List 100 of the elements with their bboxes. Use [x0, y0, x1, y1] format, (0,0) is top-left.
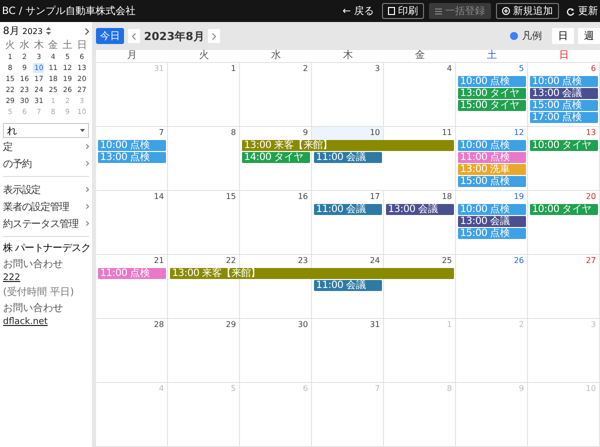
day-number: 18 [440, 191, 453, 203]
list-icon [435, 8, 442, 14]
add-icon [502, 7, 510, 15]
today-button[interactable]: 今日 [96, 28, 124, 44]
next-month-icon[interactable] [85, 28, 89, 34]
footer-title: 株 パートナーデスク [3, 242, 89, 255]
day-number: 20 [584, 191, 597, 203]
day-number: 19 [512, 191, 525, 203]
chevron-icon [86, 187, 89, 192]
day-number: 14 [152, 191, 165, 203]
day-number: 31 [368, 319, 381, 331]
event-bar[interactable]: 11:00 会議 [314, 280, 382, 291]
weekday-header: 水 [270, 50, 282, 62]
day-number: 6 [590, 63, 597, 75]
dropdown-caret-icon [80, 129, 85, 132]
day-number: 28 [152, 319, 165, 331]
event-bar[interactable]: 13:00 会議 [530, 88, 598, 99]
chevron-left-icon [132, 32, 136, 40]
event-bar[interactable]: 13:00 来客【来館】 [170, 268, 454, 279]
day-number: 11 [440, 127, 453, 139]
view-select[interactable]: れ [3, 123, 89, 138]
day-number: 12 [512, 127, 525, 139]
contact-label: お問い合わせ [3, 302, 64, 315]
event-bar[interactable]: 11:00 会議 [314, 204, 382, 215]
legend-link[interactable]: 凡例 [522, 29, 542, 43]
event-bar[interactable]: 13:00 来客【来館】 [242, 140, 454, 151]
day-number: 9 [302, 127, 309, 139]
view-tab[interactable]: 週 [578, 28, 600, 44]
day-number: 30 [296, 319, 309, 331]
day-number: 15 [224, 191, 237, 203]
day-number: 16 [296, 191, 309, 203]
next-button[interactable] [208, 29, 220, 43]
event-bar[interactable]: 13:00 会議 [458, 216, 526, 227]
menu-item[interactable]: 定 [3, 140, 12, 154]
weekday-header: 火 [198, 50, 210, 62]
contact-note: (受付時間 平日) [3, 286, 75, 299]
weekday-header: 土 [486, 50, 498, 62]
company-title: BC / サンプル自動車株式会社 [2, 4, 136, 18]
day-number: 4 [446, 63, 453, 75]
year-field[interactable]: 2023 [22, 26, 43, 36]
day-number: 27 [584, 255, 597, 267]
menu-item[interactable]: 業者の設定管理 [3, 200, 69, 214]
weekday-header: 金 [414, 50, 426, 62]
day-number: 21 [152, 255, 165, 267]
day-number: 3 [374, 63, 381, 75]
event-bar[interactable]: 11:00 会議 [314, 152, 382, 163]
weekday-label: 火 [4, 40, 16, 51]
legend-icon [510, 32, 518, 40]
day-number: 24 [368, 255, 381, 267]
chevron-icon [86, 144, 89, 149]
back-link[interactable]: ← 戻る [342, 4, 374, 18]
contact-label: お問い合わせ [3, 258, 64, 271]
day-number: 29 [224, 319, 237, 331]
event-bar[interactable]: 13:00 会議 [386, 204, 454, 215]
day-number: 1 [446, 319, 453, 331]
weekday-label: 日 [76, 40, 88, 51]
day-number: 1 [230, 63, 237, 75]
day-number: 9 [518, 383, 525, 395]
day-number: 13 [584, 127, 597, 139]
day-number: 2 [302, 63, 309, 75]
menu-item[interactable]: 約ステータス管理 [3, 216, 78, 230]
month-title: 2023年8月 [144, 28, 204, 44]
day-number: 5 [230, 383, 237, 395]
month-label: 8月 [3, 25, 20, 38]
add-button[interactable]: 新規追加 [496, 3, 559, 19]
previous-button[interactable] [128, 29, 140, 43]
contact-link[interactable]: 222 [3, 273, 89, 283]
weekday-label: 木 [32, 40, 45, 51]
view-tab[interactable]: 日 [552, 28, 574, 44]
day-number: 7 [158, 127, 165, 139]
day-number: 23 [296, 255, 309, 267]
weekday-header: 月 [126, 50, 138, 62]
day-number: 26 [512, 255, 525, 267]
menu-item[interactable]: 表示設定 [3, 182, 41, 196]
day-number: 25 [440, 255, 453, 267]
chevron-icon [86, 221, 89, 226]
day-number: 5 [518, 63, 525, 75]
day-number: 3 [590, 319, 597, 331]
refresh-icon [566, 6, 575, 16]
menu-item[interactable]: の予約 [3, 156, 32, 170]
chevron-icon [86, 161, 89, 166]
weekday-label: 土 [61, 40, 74, 51]
day-number: 31 [152, 63, 165, 75]
day-number: 8 [230, 127, 237, 139]
day-number: 10 [584, 383, 597, 395]
day-number: 17 [368, 191, 381, 203]
day-number: 6 [302, 383, 309, 395]
document-icon [388, 7, 395, 15]
print-button[interactable]: 印刷 [382, 3, 424, 19]
day-number: 8 [446, 383, 453, 395]
weekday-label: 水 [18, 40, 30, 51]
spinner-icon[interactable] [46, 27, 51, 35]
day-number: 7 [374, 383, 381, 395]
refresh-button[interactable]: 更新 [564, 3, 600, 19]
day-number: 22 [224, 255, 237, 267]
chevron-right-icon [212, 32, 216, 40]
day-number: 2 [518, 319, 525, 331]
weekday-header: 日 [558, 50, 570, 62]
weekday-header: 木 [342, 50, 354, 62]
contact-link[interactable]: dflack.net [3, 317, 89, 327]
